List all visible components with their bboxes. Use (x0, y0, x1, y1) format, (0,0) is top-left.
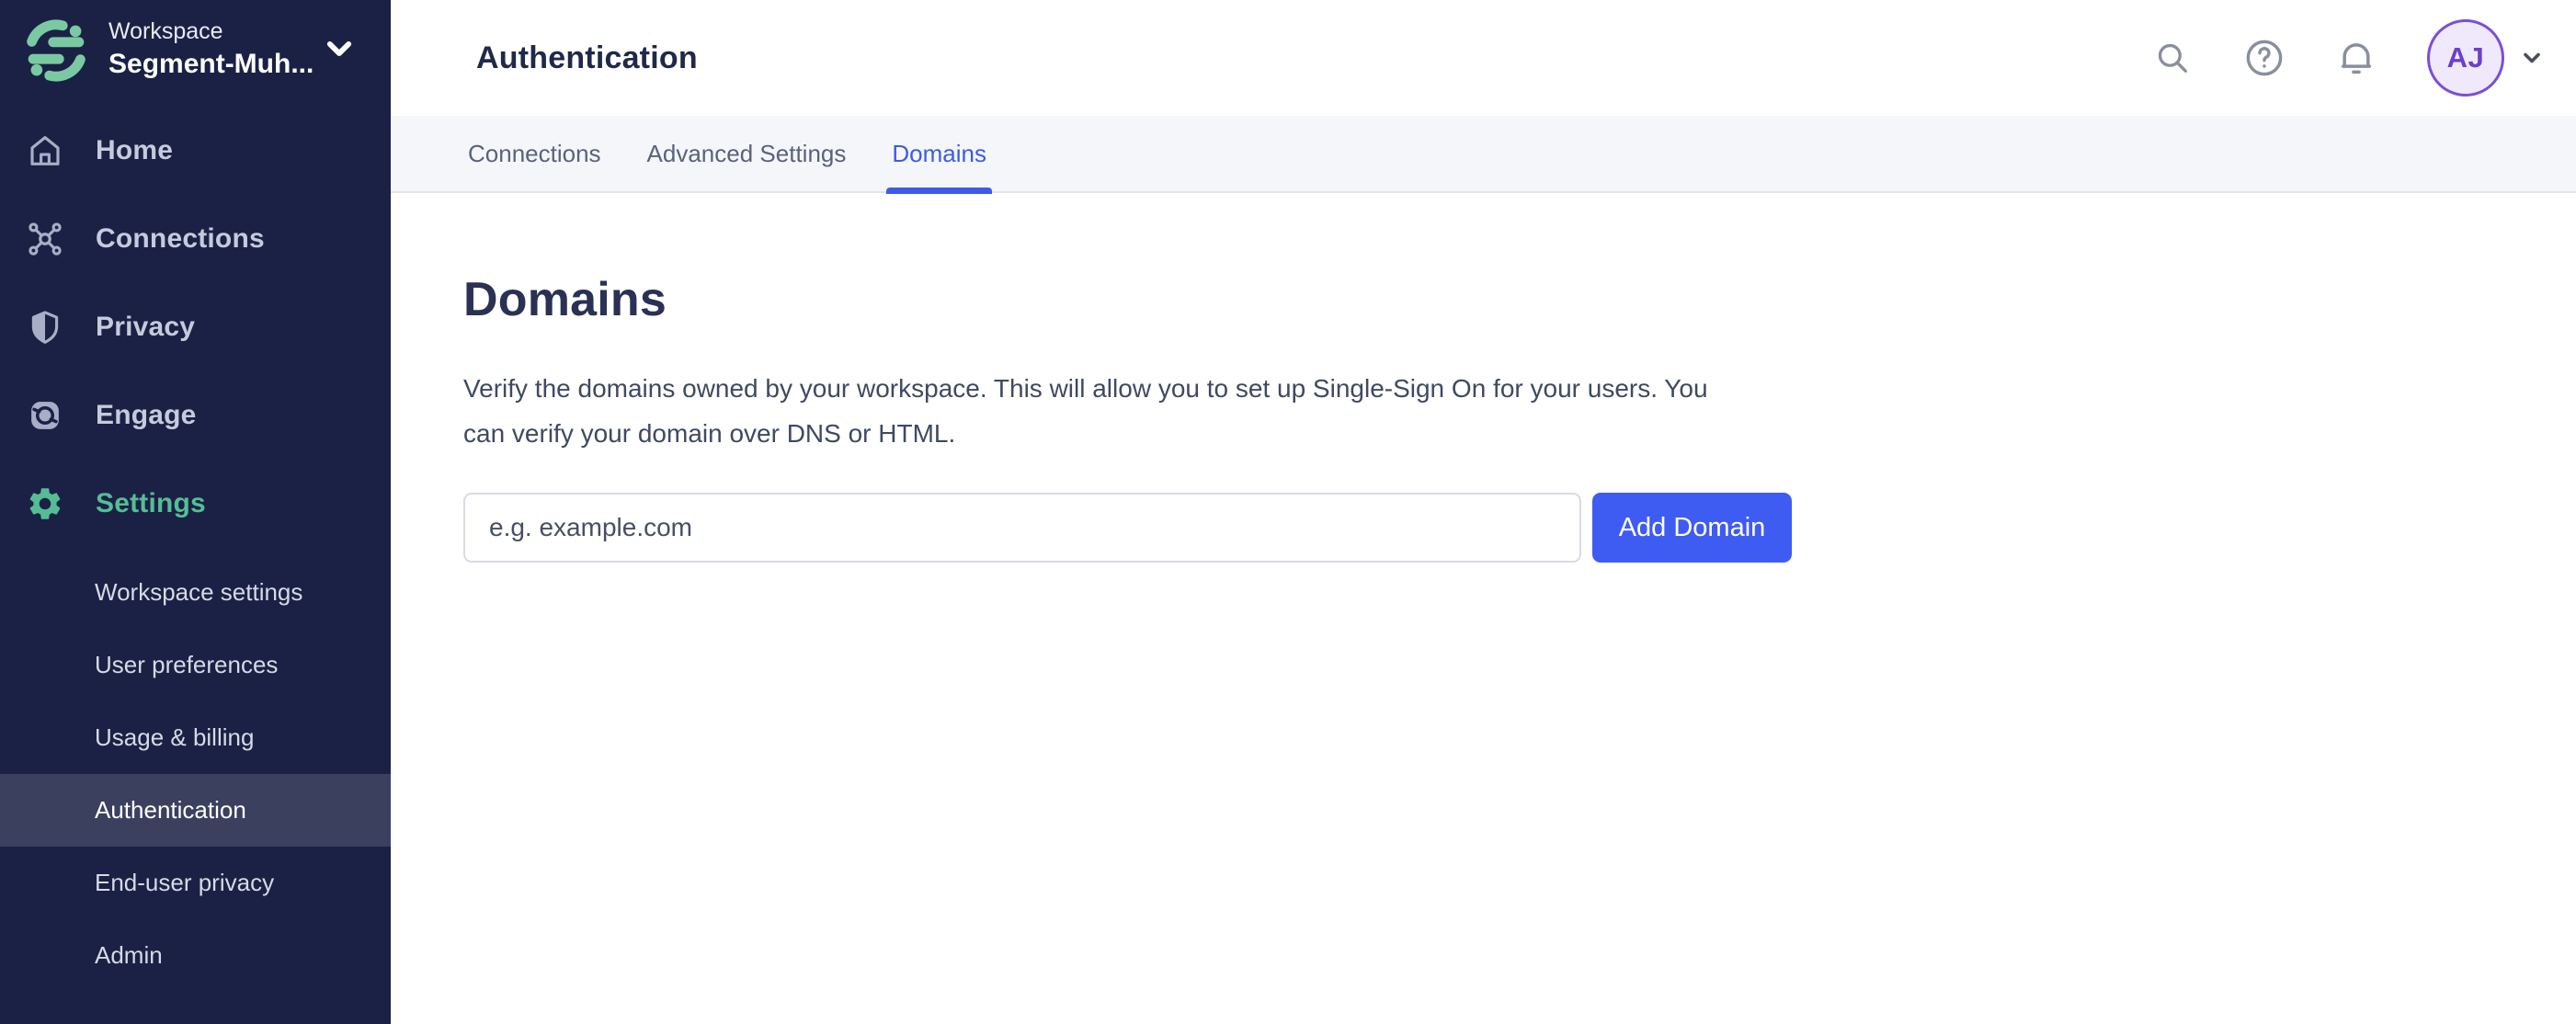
engage-icon (26, 396, 64, 435)
avatar-initials: AJ (2446, 41, 2485, 74)
connections-icon (26, 220, 64, 258)
sidebar-main-nav: Home Connections Privacy Engage Settings (0, 107, 391, 548)
sidebar-item-privacy[interactable]: Privacy (0, 283, 391, 371)
workspace-switcher[interactable]: Workspace Segment-Muh... (0, 0, 391, 107)
sidebar-subitem-label: End-user privacy (95, 869, 275, 896)
page-header: Authentication AJ (391, 0, 2576, 116)
sidebar-subitem-user-preferences[interactable]: User preferences (0, 629, 391, 701)
sidebar-subitem-end-user-privacy[interactable]: End-user privacy (0, 847, 391, 919)
sidebar-subitem-label: User preferences (95, 651, 279, 678)
segment-logo-icon (27, 19, 85, 82)
sidebar-item-label: Connections (96, 223, 265, 254)
sidebar-subitem-label: Usage & billing (95, 723, 255, 751)
add-domain-form: Add Domain (463, 493, 2576, 563)
topbar-actions: AJ (2151, 0, 2545, 116)
domains-description: Verify the domains owned by your workspa… (463, 374, 1708, 448)
home-icon (26, 131, 64, 170)
sidebar-subitem-admin[interactable]: Admin (0, 919, 391, 992)
page-title: Authentication (476, 40, 698, 75)
sidebar-item-connections[interactable]: Connections (0, 195, 391, 283)
chevron-down-icon (2524, 52, 2540, 63)
tab-domains[interactable]: Domains (886, 115, 992, 194)
domain-input[interactable] (463, 493, 1581, 563)
sidebar-subitem-label: Admin (95, 941, 163, 969)
avatar: AJ (2427, 19, 2504, 97)
sidebar-subitem-label: Workspace settings (95, 578, 303, 606)
settings-sub-nav: Workspace settings User preferences Usag… (0, 556, 391, 992)
sidebar-subitem-workspace-settings[interactable]: Workspace settings (0, 556, 391, 629)
tab-bar: Connections Advanced Settings Domains (391, 115, 2576, 194)
search-icon[interactable] (2151, 37, 2194, 79)
sidebar-item-home[interactable]: Home (0, 107, 391, 195)
sidebar-subitem-authentication[interactable]: Authentication (0, 774, 391, 847)
sidebar: Workspace Segment-Muh... Home Connection… (0, 0, 391, 1024)
tab-connections[interactable]: Connections (466, 115, 603, 192)
domains-heading: Domains (463, 273, 667, 326)
sidebar-item-label: Privacy (96, 312, 196, 342)
sidebar-item-engage[interactable]: Engage (0, 371, 391, 460)
tab-advanced-settings[interactable]: Advanced Settings (645, 115, 849, 192)
sidebar-subitem-usage-billing[interactable]: Usage & billing (0, 701, 391, 774)
chevron-down-icon (326, 41, 352, 56)
add-domain-button[interactable]: Add Domain (1592, 493, 1792, 563)
user-menu[interactable]: AJ (2427, 19, 2545, 97)
sidebar-item-label: Home (96, 135, 174, 165)
sidebar-subitem-label: Authentication (95, 796, 246, 824)
shield-icon (26, 308, 64, 347)
main-content: Domains Verify the domains owned by your… (391, 195, 2576, 1024)
sidebar-item-label: Settings (96, 488, 206, 518)
sidebar-item-label: Engage (96, 400, 197, 430)
workspace-name: Segment-Muh... (108, 49, 314, 79)
workspace-label: Workspace (108, 18, 223, 44)
notifications-bell-icon[interactable] (2335, 37, 2377, 79)
sidebar-item-settings[interactable]: Settings (0, 460, 391, 548)
help-icon[interactable] (2243, 37, 2285, 79)
gear-icon (26, 484, 64, 523)
